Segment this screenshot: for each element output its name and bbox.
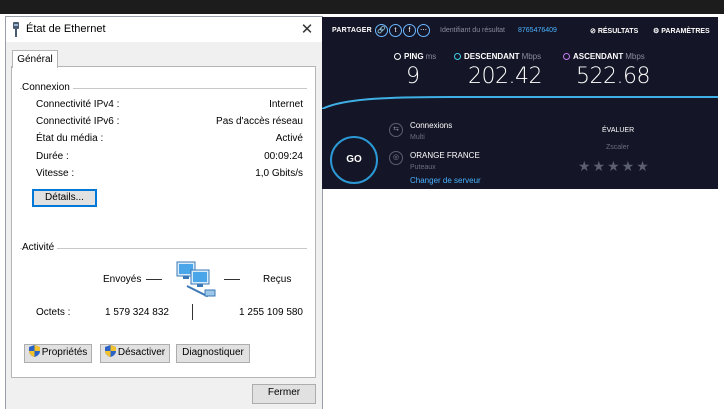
received-dash — [224, 279, 240, 280]
upload-label: ASCENDANT — [573, 52, 624, 61]
activity-divider — [20, 248, 307, 249]
ping-unit: ms — [425, 52, 437, 61]
connections-label: Connexions — [410, 121, 453, 130]
speed-graph-line — [322, 96, 718, 109]
ping-icon — [394, 53, 401, 60]
download-label: DESCENDANT — [464, 52, 520, 61]
ping-label: PING — [404, 52, 424, 61]
dialog-title: État de Ethernet — [26, 23, 106, 35]
more-icon[interactable]: ⋯ — [417, 24, 430, 37]
disable-button-label: Désactiver — [117, 347, 166, 358]
result-id-value[interactable]: 8765476409 — [518, 27, 557, 34]
server-location: Puteaux — [410, 164, 436, 171]
rate-provider: Zscaler — [606, 144, 629, 151]
results-link[interactable]: ⊘ RÉSULTATS — [590, 27, 638, 35]
close-icon[interactable]: ✕ — [292, 17, 322, 42]
facebook-icon[interactable]: f — [403, 24, 416, 37]
close-button[interactable]: Fermer — [252, 384, 316, 404]
shield-icon — [104, 345, 116, 357]
ipv6-label: Connectivité IPv6 : — [36, 116, 120, 127]
link-icon[interactable]: 🔗 — [375, 24, 388, 37]
properties-button[interactable]: Propriétés — [24, 344, 92, 363]
upload-icon — [563, 53, 570, 60]
sent-dash — [146, 279, 162, 280]
rate-label: ÉVALUER — [602, 127, 635, 134]
upload-value: 522.68 — [576, 64, 650, 89]
settings-link-label: PARAMÈTRES — [661, 28, 710, 35]
change-server-link[interactable]: Changer de serveur — [410, 176, 481, 185]
tab-general[interactable]: Général — [12, 50, 58, 68]
download-value: 202.42 — [468, 64, 542, 89]
result-id-label: Identifiant du résultat — [440, 27, 505, 34]
ipv4-label: Connectivité IPv4 : — [36, 99, 120, 110]
ethernet-plug-icon — [13, 22, 19, 37]
ipv4-value: Internet — [269, 99, 303, 110]
general-tab-panel: Connexion Connectivité IPv4 : Internet C… — [11, 66, 316, 378]
duration-label: Durée : — [36, 151, 69, 162]
connection-section-label: Connexion — [22, 82, 73, 93]
speed-value: 1,0 Gbits/s — [255, 168, 303, 179]
sent-label: Envoyés — [103, 274, 142, 285]
upload-header: ASCENDANT Mbps — [563, 52, 645, 61]
network-computers-icon — [176, 261, 216, 298]
isp-name: ORANGE FRANCE — [410, 151, 480, 160]
duration-value: 00:09:24 — [264, 151, 303, 162]
bytes-sent-value: 1 579 324 832 — [105, 307, 169, 318]
bytes-label: Octets : — [36, 307, 71, 318]
rating-stars[interactable]: ★★★★★ — [578, 158, 651, 175]
speedtest-panel: PARTAGER 🔗 t f ⋯ Identifiant du résultat… — [322, 17, 718, 189]
shield-icon — [28, 345, 40, 357]
speed-label: Vitesse : — [36, 168, 75, 179]
settings-link[interactable]: ⚙ PARAMÈTRES — [653, 27, 710, 35]
download-unit: Mbps — [521, 52, 542, 61]
bytes-separator — [192, 304, 193, 320]
connections-icon: ⇆ — [389, 123, 403, 137]
top-bar — [0, 0, 724, 14]
dialog-titlebar[interactable]: État de Ethernet ✕ — [6, 17, 322, 42]
ping-header: PING ms — [394, 52, 436, 61]
check-circle-icon: ⊘ — [590, 28, 598, 35]
activity-section-label: Activité — [22, 242, 58, 253]
twitter-icon[interactable]: t — [389, 24, 402, 37]
bytes-received-value: 1 255 109 580 — [239, 307, 303, 318]
diagnose-button[interactable]: Diagnostiquer — [176, 344, 250, 363]
download-icon — [454, 53, 461, 60]
ping-value: 9 — [406, 64, 420, 89]
gear-icon: ⚙ — [653, 28, 662, 35]
share-label: PARTAGER — [332, 27, 372, 34]
media-state-value: Activé — [275, 133, 303, 144]
upload-unit: Mbps — [625, 52, 645, 61]
media-state-label: État du média : — [36, 133, 104, 144]
properties-button-label: Propriétés — [41, 347, 88, 358]
ethernet-status-dialog: État de Ethernet ✕ Général Connexion Con… — [6, 17, 322, 409]
disable-button[interactable]: Désactiver — [100, 344, 170, 363]
received-label: Reçus — [263, 274, 292, 285]
download-header: DESCENDANT Mbps — [454, 52, 541, 61]
go-button[interactable]: GO — [330, 136, 378, 184]
details-button[interactable]: Détails... — [32, 189, 97, 207]
globe-icon: ◎ — [389, 151, 403, 165]
results-link-label: RÉSULTATS — [597, 28, 639, 35]
connections-mode[interactable]: Multi — [410, 134, 425, 141]
ipv6-value: Pas d'accès réseau — [216, 116, 303, 127]
